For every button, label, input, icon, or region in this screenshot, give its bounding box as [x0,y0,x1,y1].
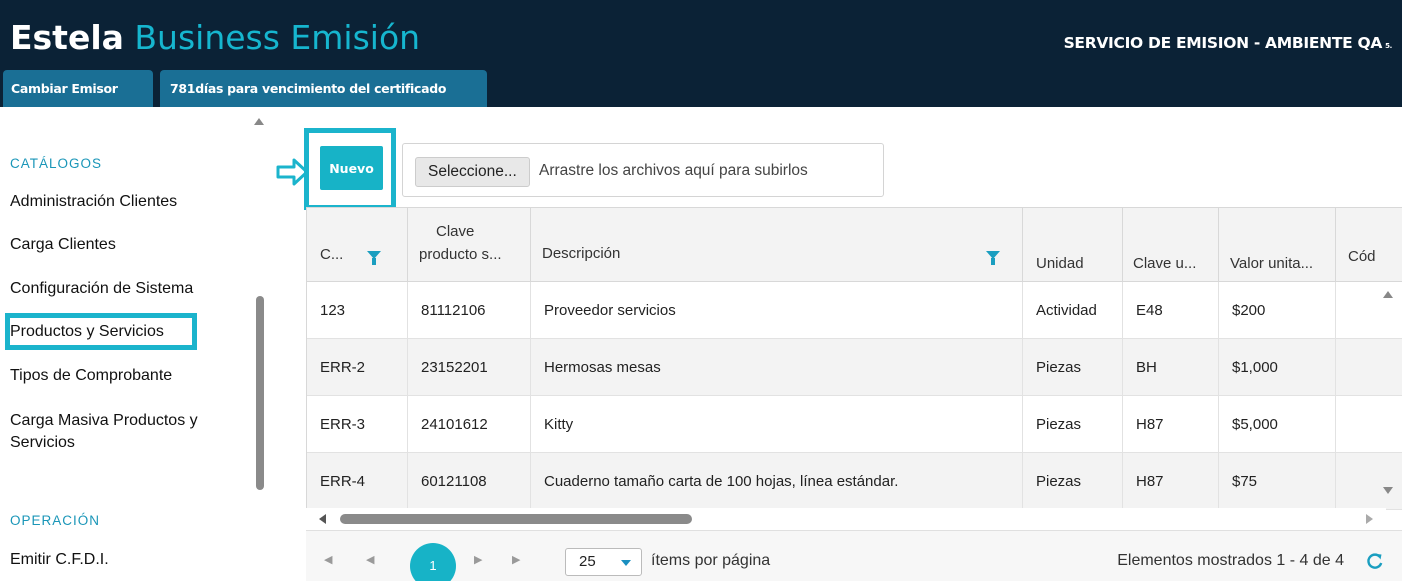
sidebar-scroll-up-icon[interactable] [254,118,264,125]
upload-hint: Arrastre los archivos aquí para subirlos [539,162,808,179]
cell-descripcion: Kitty [531,396,1023,453]
select-file-button[interactable]: Seleccione... [415,157,530,187]
section-title-catalogos: CATÁLOGOS [10,156,103,171]
tab-certificate-expiry[interactable]: 781días para vencimiento del certificado [160,70,487,107]
first-page-icon[interactable]: ◀​ [324,553,332,566]
cell-descripcion: Proveedor servicios [531,282,1023,339]
column-header-clave-producto[interactable]: Clave producto s... [408,208,531,282]
brand-bold: Estela [10,18,124,57]
cell-clave-unidad: E48 [1123,282,1219,339]
sidebar-item-configuracion-sistema[interactable]: Configuración de Sistema [10,278,193,300]
column-label-unidad: Unidad [1036,255,1084,272]
cell-codigo: ERR-4 [307,453,408,510]
column-header-descripcion[interactable]: Descripción [531,208,1023,282]
column-label-clave-line1: Clave [436,223,475,240]
column-header-valor-unitario[interactable]: Valor unita... [1219,208,1336,282]
scroll-right-icon[interactable] [1366,514,1373,524]
tab-cambiar-emisor[interactable]: Cambiar Emisor [3,70,153,107]
sidebar-item-carga-clientes[interactable]: Carga Clientes [10,234,116,256]
cell-descripcion: Hermosas mesas [531,339,1023,396]
cell-clave-unidad: H87 [1123,396,1219,453]
page-button-current[interactable]: 1 [410,543,456,581]
previous-page-icon[interactable]: ◀ [366,553,374,566]
section-title-operacion: OPERACIÓN [10,513,101,528]
cell-valor-unitario: $5,000 [1219,396,1336,453]
table-row[interactable]: 123 81112106 Proveedor servicios Activid… [307,282,1402,339]
cell-codigo: ERR-3 [307,396,408,453]
table-row[interactable]: ERR-2 23152201 Hermosas mesas Piezas BH … [307,339,1402,396]
filter-funnel-icon[interactable] [986,251,1000,265]
cell-codigo: ERR-2 [307,339,408,396]
column-header-clave-unidad[interactable]: Clave u... [1123,208,1219,282]
environment-suffix: 5. [1385,42,1392,50]
sidebar-item-administracion-clientes[interactable]: Administración Clientes [10,191,177,213]
grid-header: C... Clave producto s... Descripción Uni… [307,208,1402,282]
cell-clave-unidad: H87 [1123,453,1219,510]
column-label-clave-unidad: Clave u... [1133,255,1197,272]
cell-codigo: 123 [307,282,408,339]
chevron-down-icon [621,560,631,566]
column-label-codigo-extra: Cód [1348,248,1376,265]
cell-descripcion: Cuaderno tamaño carta de 100 hojas, líne… [531,453,1023,510]
cell-valor-unitario: $200 [1219,282,1336,339]
column-label-clave-line2: producto s... [419,246,502,263]
sidebar-scrollbar-thumb[interactable] [256,296,264,490]
brand-light: Business Emisión [134,18,421,57]
cell-clave-producto: 23152201 [408,339,531,396]
scroll-left-icon[interactable] [319,514,326,524]
page-size-value: 25 [579,553,596,570]
last-page-icon[interactable]: ▶ [512,553,520,566]
cell-unidad: Piezas [1023,339,1123,396]
column-header-codigo[interactable]: C... [307,208,408,282]
nuevo-button[interactable]: Nuevo [320,146,383,190]
sidebar-item-carga-masiva-productos[interactable]: Carga Masiva Productos y Servicios [10,410,230,454]
filter-funnel-icon[interactable] [367,251,381,265]
sidebar-item-emitir-cfdi[interactable]: Emitir C.F.D.I. [10,549,109,571]
next-page-icon[interactable]: ▶ [474,553,482,566]
table-row[interactable]: ERR-3 24101612 Kitty Piezas H87 $5,000 [307,396,1402,453]
grid-scroll-down-icon[interactable] [1383,487,1393,494]
cell-valor-unitario: $75 [1219,453,1336,510]
products-grid: C... Clave producto s... Descripción Uni… [306,207,1402,530]
column-header-codigo-extra[interactable]: Cód [1336,208,1402,282]
highlight-frame-productos-servicios [5,313,197,350]
column-label-descripcion: Descripción [542,245,621,262]
app-logo: Estela Business Emisión [10,16,420,60]
column-label-codigo: C... [320,246,344,263]
column-header-unidad[interactable]: Unidad [1023,208,1123,282]
cell-valor-unitario: $1,000 [1219,339,1336,396]
cell-clave-producto: 60121108 [408,453,531,510]
page-size-label: ítems por página [651,552,771,569]
grid-pager: ◀​ ◀ 1 ▶ ▶ 25 ítems por página Elementos… [306,530,1402,581]
cell-unidad: Piezas [1023,453,1123,510]
environment-text: SERVICIO DE EMISION - AMBIENTE QA [1063,34,1383,52]
cell-unidad: Piezas [1023,396,1123,453]
cell-clave-unidad: BH [1123,339,1219,396]
table-row[interactable]: ERR-4 60121108 Cuaderno tamaño carta de … [307,453,1402,510]
file-upload-dropzone[interactable]: Seleccione... Arrastre los archivos aquí… [402,143,884,197]
column-label-valor-unitario: Valor unita... [1230,255,1314,272]
pager-info: Elementos mostrados 1 - 4 de 4 [1117,552,1344,569]
sidebar-item-tipos-comprobante[interactable]: Tipos de Comprobante [10,365,172,387]
cell-unidad: Actividad [1023,282,1123,339]
environment-label: SERVICIO DE EMISION - AMBIENTE QA 5. [1063,34,1393,52]
refresh-icon[interactable] [1366,552,1384,570]
cell-clave-producto: 24101612 [408,396,531,453]
page-size-select[interactable]: 25 [565,548,642,576]
cell-clave-producto: 81112106 [408,282,531,339]
grid-horizontal-scrollbar[interactable] [306,508,1386,530]
grid-scroll-up-icon[interactable] [1383,291,1393,298]
app-header: Estela Business Emisión SERVICIO DE EMIS… [0,0,1402,107]
horizontal-scrollbar-thumb[interactable] [340,514,692,524]
